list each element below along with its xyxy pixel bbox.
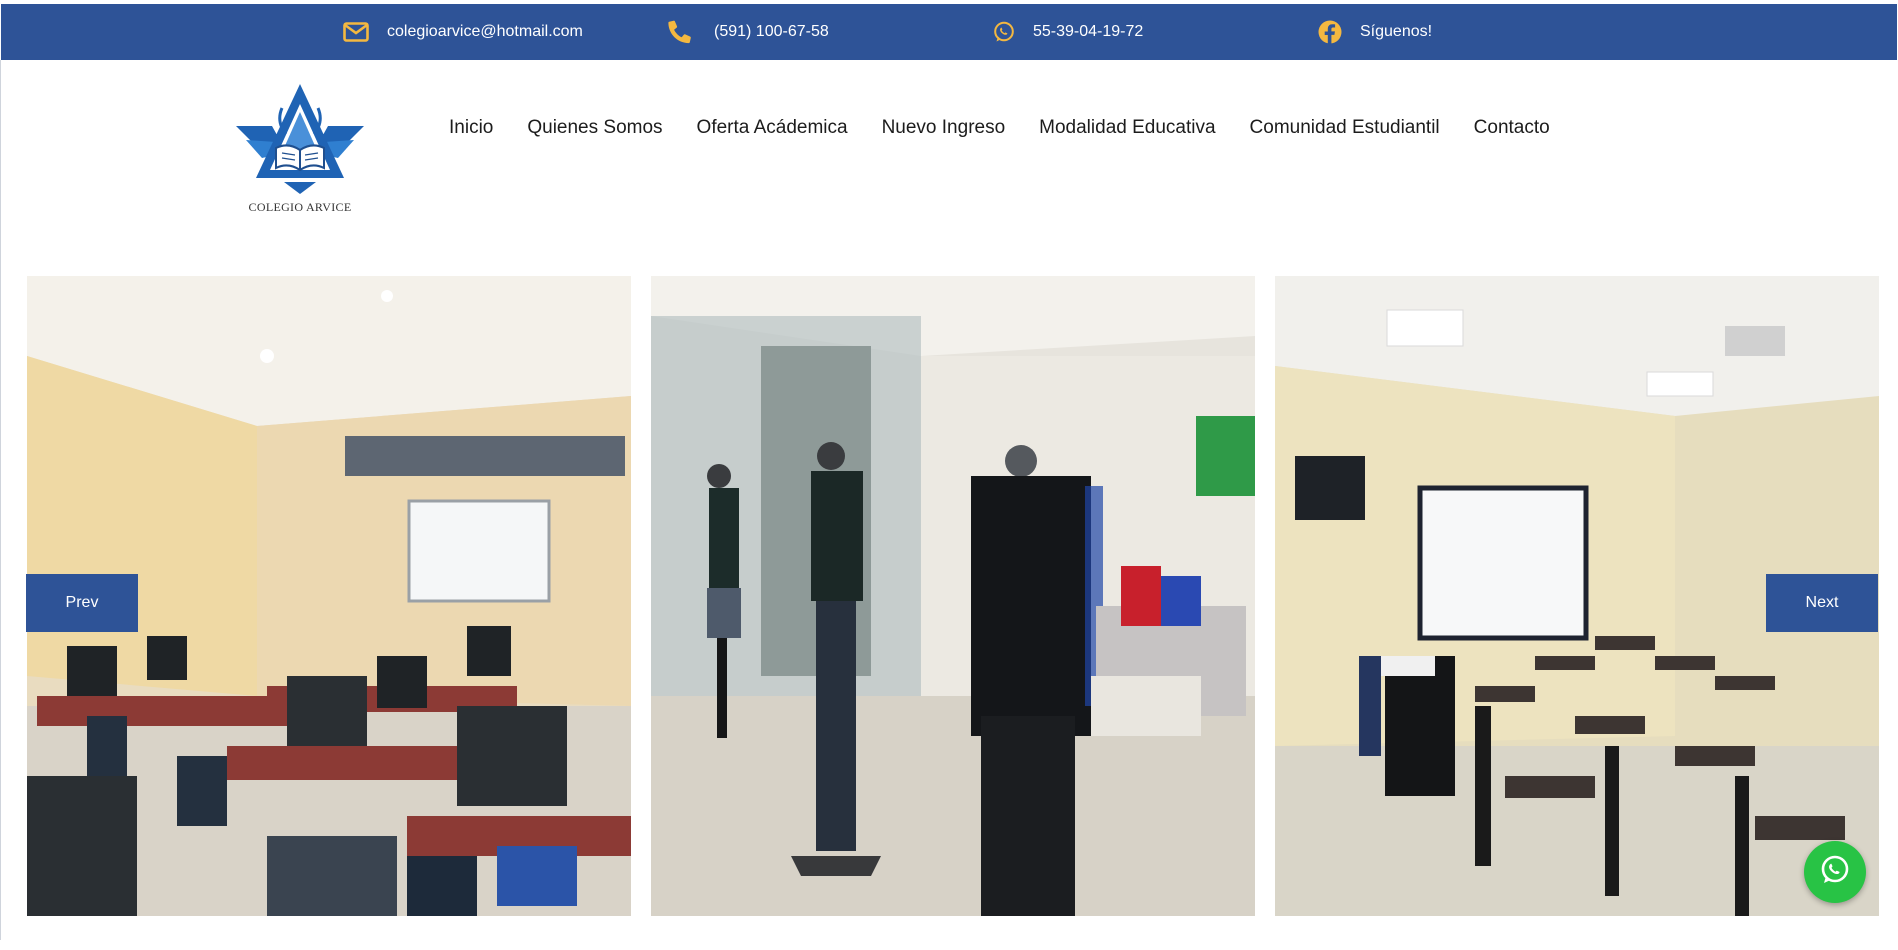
facebook-contact[interactable]: Síguenos! xyxy=(1318,4,1432,60)
nav-item-comunidad-estudiantil[interactable]: Comunidad Estudiantil xyxy=(1250,117,1440,139)
whatsapp-float-button[interactable] xyxy=(1804,841,1866,903)
nav-item-modalidad-educativa[interactable]: Modalidad Educativa xyxy=(1039,117,1215,139)
whatsapp-text[interactable]: 55-39-04-19-72 xyxy=(1033,23,1143,41)
email-text[interactable]: colegioarvice@hotmail.com xyxy=(387,23,583,41)
nav-item-inicio[interactable]: Inicio xyxy=(449,117,493,139)
whatsapp-icon xyxy=(1819,854,1851,891)
logo-text: COLEGIO ARVICE xyxy=(248,200,352,214)
school-uniforms-photo xyxy=(651,276,1255,916)
whatsapp-contact[interactable]: 55-39-04-19-72 xyxy=(993,4,1143,60)
main-navigation: Inicio Quienes Somos Oferta Acádemica Nu… xyxy=(449,113,1584,143)
phone-contact[interactable]: (591) 100-67-58 xyxy=(668,4,829,60)
top-contact-bar: colegioarvice@hotmail.com (591) 100-67-5… xyxy=(1,4,1897,60)
envelope-icon xyxy=(343,22,369,42)
school-logo[interactable] xyxy=(232,82,368,216)
phone-text[interactable]: (591) 100-67-58 xyxy=(714,23,829,41)
facebook-icon xyxy=(1318,20,1342,44)
image-carousel xyxy=(0,276,1898,916)
carousel-next-button[interactable]: Next xyxy=(1766,574,1878,632)
nav-item-quienes-somos[interactable]: Quienes Somos xyxy=(527,117,662,139)
email-contact[interactable]: colegioarvice@hotmail.com xyxy=(343,4,583,60)
social-text[interactable]: Síguenos! xyxy=(1360,23,1432,41)
whatsapp-icon xyxy=(993,21,1015,43)
nav-item-oferta-academica[interactable]: Oferta Acádemica xyxy=(697,117,848,139)
nav-item-nuevo-ingreso[interactable]: Nuevo Ingreso xyxy=(882,117,1006,139)
carousel-prev-button[interactable]: Prev xyxy=(26,574,138,632)
nav-item-contacto[interactable]: Contacto xyxy=(1474,117,1550,139)
phone-icon xyxy=(668,20,692,44)
